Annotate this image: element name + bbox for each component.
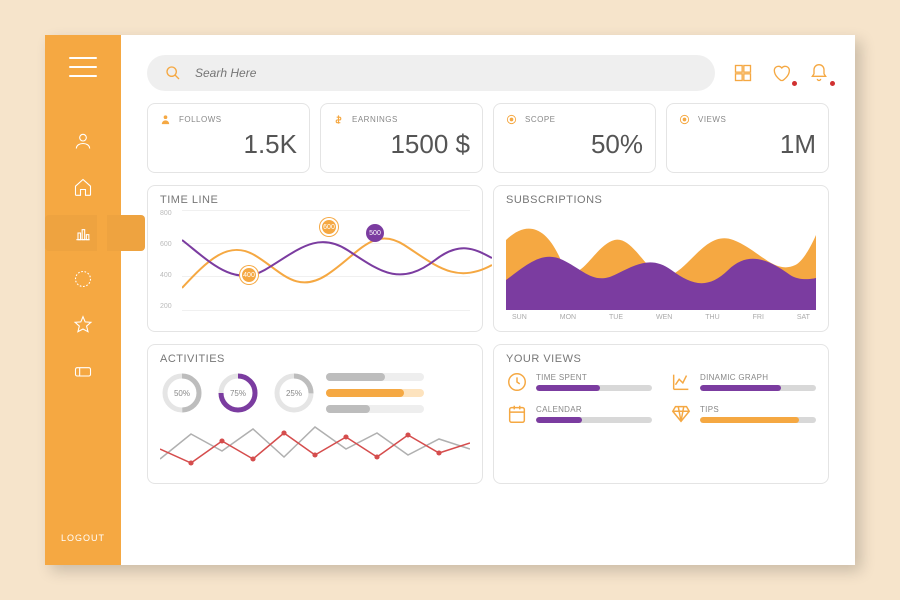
x-axis: SUNMONTUEWENTHUFRISAT: [506, 310, 816, 321]
card-title: TIME LINE: [160, 194, 470, 206]
sidebar-item-circle[interactable]: [69, 261, 97, 297]
stat-label: FOLLOWS: [179, 115, 222, 124]
stat-follows: FOLLOWS 1.5K: [147, 103, 310, 173]
pin: 500: [366, 224, 384, 242]
stat-value: 1M: [679, 129, 816, 160]
pin: 600: [320, 218, 338, 236]
sidebar-item-favorites[interactable]: [69, 307, 97, 343]
sidebar-item-analytics[interactable]: [69, 215, 97, 251]
diamond-icon: [670, 403, 692, 425]
activities-trend-chart: [160, 419, 470, 473]
target-icon: [506, 114, 517, 125]
favorites-button[interactable]: [771, 63, 791, 83]
bell-icon: [809, 63, 829, 83]
person-icon: [73, 131, 93, 151]
stat-value: 1500 $: [333, 129, 470, 160]
heart-icon: [771, 63, 791, 83]
sidebar-item-profile[interactable]: [69, 123, 97, 159]
calendar-icon: [506, 403, 528, 425]
main-content: FOLLOWS 1.5K EARNINGS 1500 $ SCOPE 50%: [121, 35, 855, 565]
logout-button[interactable]: LOGOUT: [61, 533, 105, 543]
stat-label: VIEWS: [698, 115, 726, 124]
stat-scope: SCOPE 50%: [493, 103, 656, 173]
ytick: 800: [160, 210, 172, 217]
ytick: 200: [160, 303, 172, 310]
activity-bars: [326, 373, 470, 413]
view-tips: TIPS: [670, 403, 816, 425]
ticket-icon: [73, 361, 93, 381]
donut-75: 75%: [216, 371, 260, 415]
chart-icon: [73, 223, 93, 243]
subscriptions-chart: [506, 210, 816, 310]
stat-earnings: EARNINGS 1500 $: [320, 103, 483, 173]
sidebar: LOGOUT: [45, 35, 121, 565]
view-calendar: CALENDAR: [506, 403, 652, 425]
grid-button[interactable]: [733, 63, 753, 83]
pin: 400: [240, 266, 258, 284]
notification-dot: [830, 81, 835, 86]
stat-views: VIEWS 1M: [666, 103, 829, 173]
donut-25: 25%: [272, 371, 316, 415]
card-title: SUBSCRIPTIONS: [506, 194, 816, 206]
app-window: LOGOUT: [45, 35, 855, 565]
donut-group: 50% 75% 25%: [160, 371, 316, 415]
topbar: [147, 55, 829, 91]
search-input[interactable]: [195, 66, 697, 80]
donut-50: 50%: [160, 371, 204, 415]
star-icon: [73, 315, 93, 335]
grid-icon: [733, 63, 753, 83]
activities-card: ACTIVITIES 50% 75%: [147, 344, 483, 484]
your-views-card: YOUR VIEWS TIME SPENT DINAMIC GRAPH CALE…: [493, 344, 829, 484]
person-icon: [160, 114, 171, 125]
menu-icon[interactable]: [69, 57, 97, 77]
eye-icon: [679, 114, 690, 125]
timeline-chart: 800 600 400 200 400 600 500: [160, 210, 470, 310]
card-title: ACTIVITIES: [160, 353, 225, 365]
subscriptions-card: SUBSCRIPTIONS SUNMONTUEWENTHUFRISAT: [493, 185, 829, 332]
stat-label: EARNINGS: [352, 115, 398, 124]
card-title: YOUR VIEWS: [506, 353, 816, 365]
graph-icon: [670, 371, 692, 393]
view-time-spent: TIME SPENT: [506, 371, 652, 393]
stat-label: SCOPE: [525, 115, 556, 124]
ytick: 600: [160, 241, 172, 248]
ytick: 400: [160, 272, 172, 279]
stat-cards: FOLLOWS 1.5K EARNINGS 1500 $ SCOPE 50%: [147, 103, 829, 173]
timeline-card: TIME LINE 800 600 400 200 400 600: [147, 185, 483, 332]
circle-dashed-icon: [73, 269, 93, 289]
stat-value: 50%: [506, 129, 643, 160]
search-box[interactable]: [147, 55, 715, 91]
notifications-button[interactable]: [809, 63, 829, 83]
sidebar-item-home[interactable]: [69, 169, 97, 205]
clock-icon: [506, 371, 528, 393]
dollar-icon: [333, 114, 344, 125]
view-dynamic-graph: DINAMIC GRAPH: [670, 371, 816, 393]
notification-dot: [792, 81, 797, 86]
sidebar-item-tickets[interactable]: [69, 353, 97, 389]
search-icon: [165, 65, 181, 81]
stat-value: 1.5K: [160, 129, 297, 160]
home-icon: [73, 177, 93, 197]
